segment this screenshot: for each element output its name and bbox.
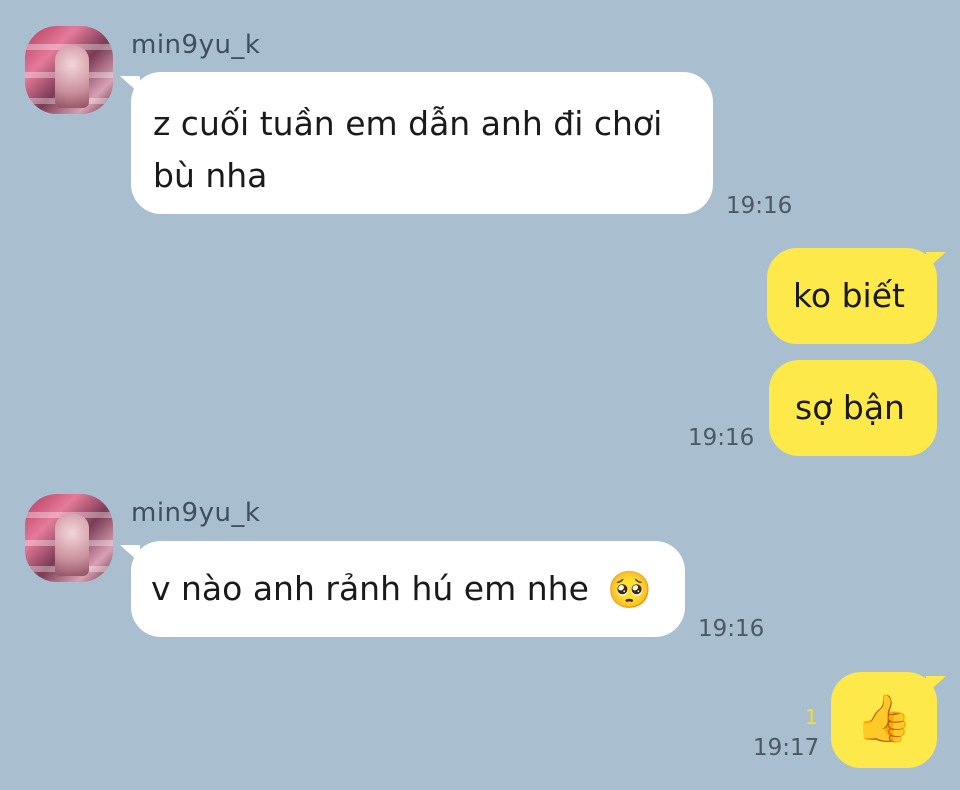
message-bubble[interactable]: v nào anh rảnh hú em nhe 🥺 — [131, 541, 685, 637]
sender-avatar[interactable] — [25, 494, 113, 582]
message-text: z cuối tuần em dẫn anh đi chơi — [153, 104, 663, 143]
sender-avatar[interactable] — [25, 26, 113, 114]
message-timestamp: 19:16 — [688, 425, 755, 451]
message-bubble[interactable]: z cuối tuần em dẫn anh đi chơi bù nha — [131, 72, 713, 214]
message-text: sợ bận — [795, 388, 905, 427]
message-text: v nào anh rảnh hú em nhe — [151, 569, 589, 608]
message-bubble[interactable]: ko biết — [767, 248, 937, 344]
message-timestamp: 19:16 — [698, 616, 765, 642]
message-text: bù nha — [153, 156, 268, 195]
pleading-face-icon: 🥺 — [607, 569, 653, 611]
message-bubble[interactable]: 👍 — [831, 672, 937, 768]
message-timestamp: 19:16 — [726, 193, 793, 219]
unread-count: 1 — [805, 705, 818, 729]
thumbs-up-icon: 👍 — [855, 691, 913, 745]
message-text: ko biết — [793, 276, 905, 315]
message-bubble[interactable]: sợ bận — [769, 360, 937, 456]
sender-name: min9yu_k — [131, 498, 261, 528]
sender-name: min9yu_k — [131, 30, 261, 60]
message-timestamp: 19:17 — [753, 735, 820, 761]
